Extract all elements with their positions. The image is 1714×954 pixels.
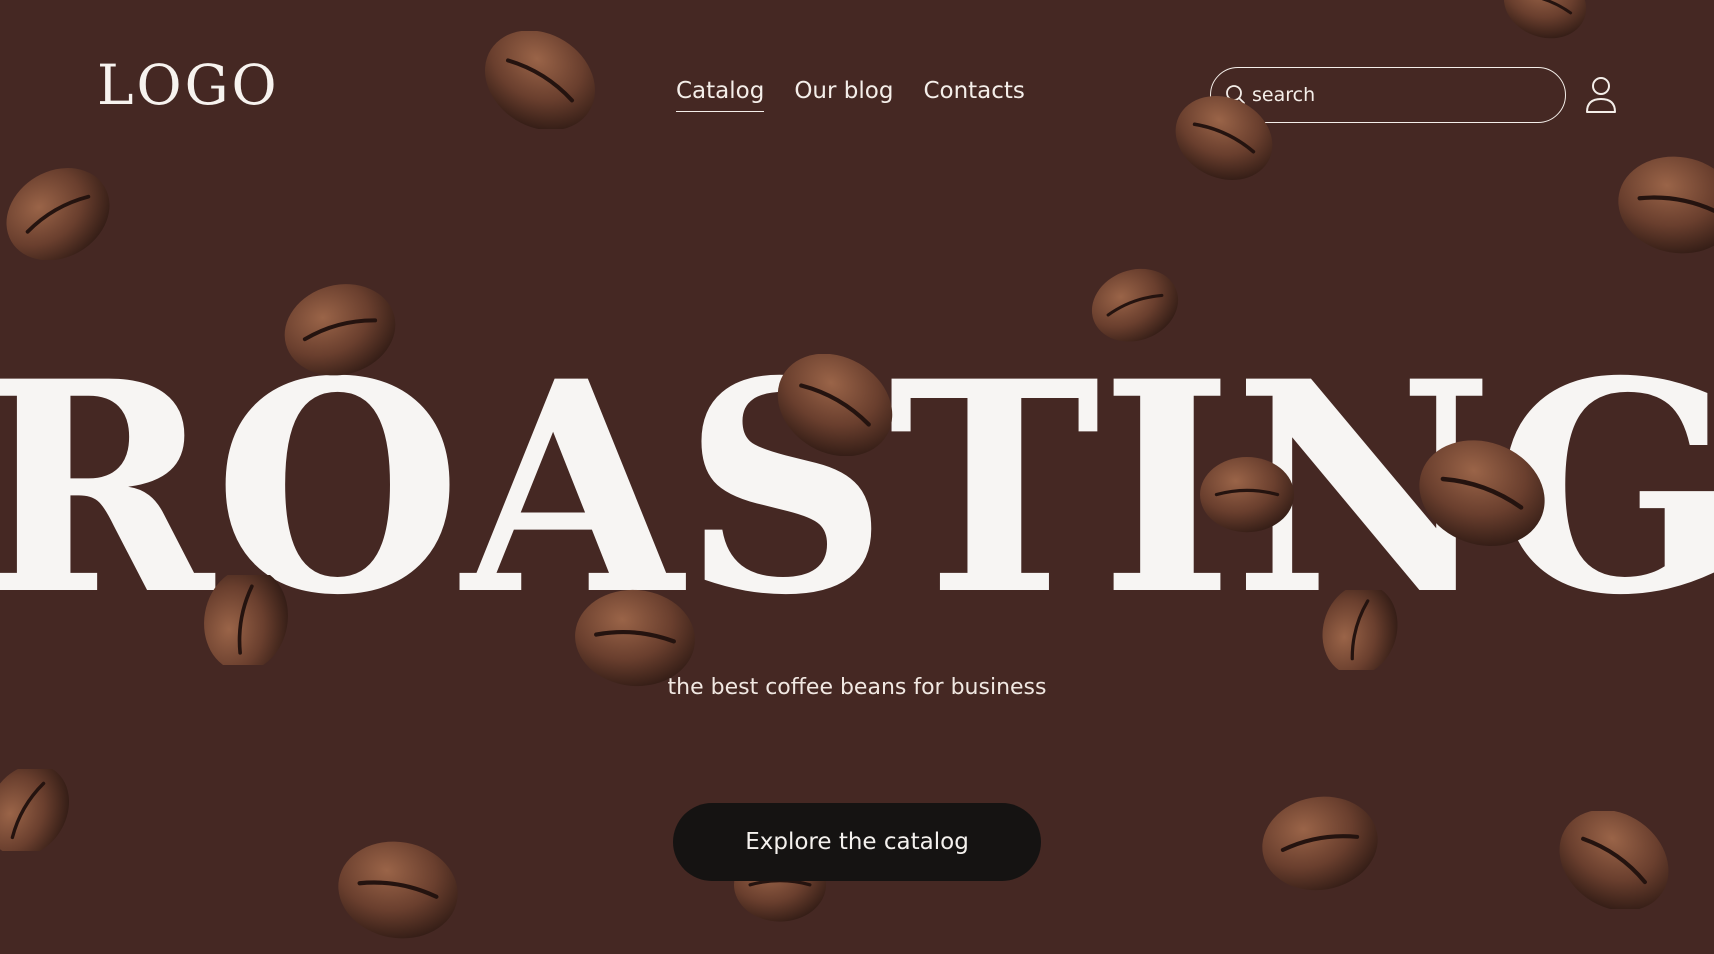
coffee-bean-image [204, 575, 288, 665]
explore-catalog-button[interactable]: Explore the catalog [673, 803, 1041, 881]
coffee-bean-image [485, 30, 595, 130]
nav-catalog[interactable]: Catalog [676, 80, 765, 112]
coffee-bean-image [1200, 457, 1294, 533]
nav-contacts[interactable]: Contacts [923, 80, 1024, 112]
user-icon[interactable] [1584, 75, 1618, 115]
coffee-bean-image [6, 167, 110, 261]
hero-tagline: the best coffee beans for business [667, 675, 1047, 700]
coffee-bean-image [1503, 0, 1587, 39]
coffee-bean-image [1175, 96, 1273, 180]
coffee-bean-image [1322, 590, 1398, 670]
coffee-bean-image [1559, 810, 1669, 910]
logo[interactable]: LOGO [97, 58, 280, 113]
coffee-bean-image [1618, 156, 1714, 254]
search-input[interactable] [1252, 84, 1532, 106]
coffee-bean-image [777, 354, 893, 456]
coffee-bean-image [338, 841, 458, 939]
coffee-bean-image [0, 768, 70, 852]
coffee-bean-image [1262, 796, 1378, 890]
nav-our-blog[interactable]: Our blog [794, 80, 893, 112]
coffee-bean-image [284, 284, 396, 376]
main-nav: Catalog Our blog Contacts [676, 80, 1025, 112]
coffee-bean-image [1091, 268, 1179, 342]
coffee-bean-image [1419, 440, 1545, 546]
coffee-bean-image [575, 589, 695, 687]
hero-section: LOGO Catalog Our blog Contacts ROASTING … [0, 0, 1714, 954]
